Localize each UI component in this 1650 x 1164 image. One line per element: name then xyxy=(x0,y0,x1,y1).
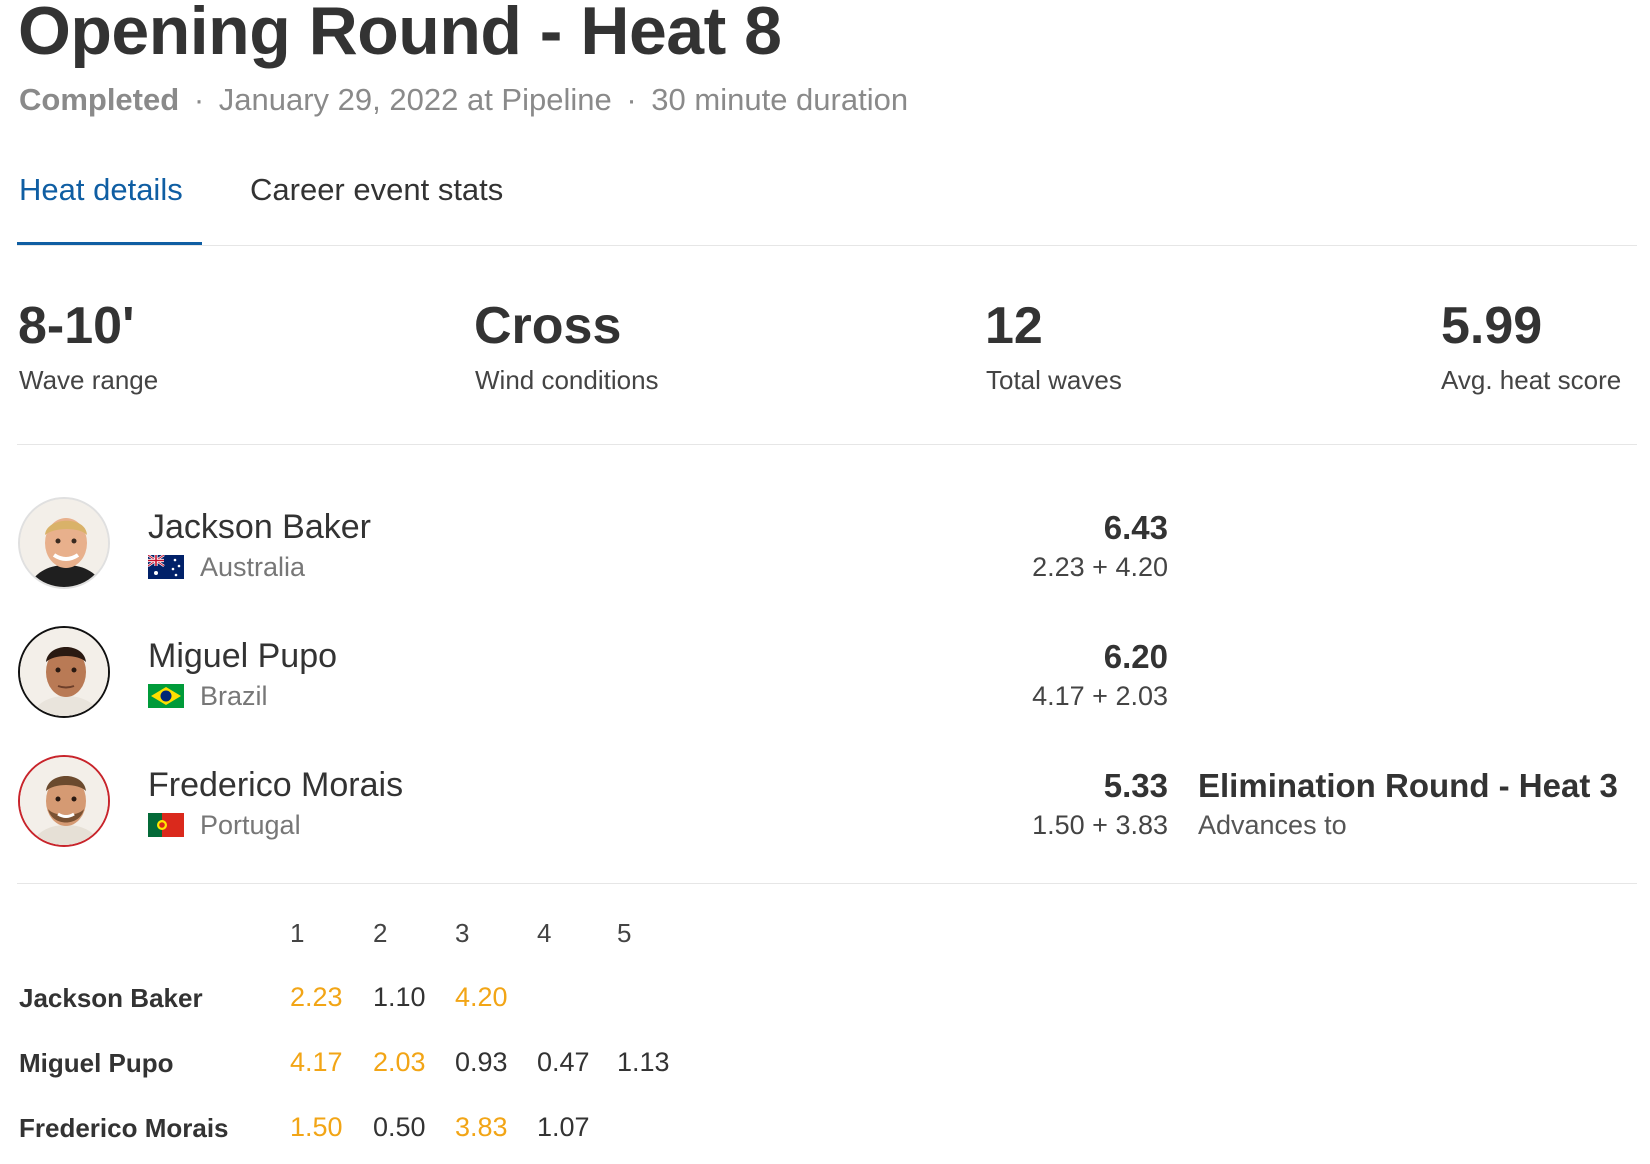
australia-flag-icon xyxy=(148,555,184,579)
heat-duration: 30 minute duration xyxy=(651,82,909,117)
wave-score-cell: 1.13 xyxy=(617,1047,670,1077)
stat-wind-label: Wind conditions xyxy=(475,365,659,395)
wave-number-header: 3 xyxy=(455,918,470,948)
tabs-divider xyxy=(17,245,1637,246)
tab-career-event-stats[interactable]: Career event stats xyxy=(250,172,503,208)
wave-number-header: 1 xyxy=(290,918,305,948)
surfer-country: Brazil xyxy=(200,681,268,711)
surfer-name[interactable]: Frederico Morais xyxy=(148,766,403,805)
surfer-name[interactable]: Miguel Pupo xyxy=(148,637,337,676)
surfer-total-score: 6.20 xyxy=(1103,638,1168,675)
surfer-name[interactable]: Jackson Baker xyxy=(148,508,371,547)
wave-score-cell: 1.07 xyxy=(537,1112,590,1142)
surfer-total-score: 6.43 xyxy=(1103,509,1168,546)
heat-status: Completed xyxy=(19,82,180,117)
avatar[interactable] xyxy=(18,497,110,589)
surfer-waves-sum: 1.50 + 3.83 xyxy=(1032,810,1168,840)
surfer-waves-sum: 4.17 + 2.03 xyxy=(1032,681,1168,711)
wave-row-surfer-name: Jackson Baker xyxy=(19,983,203,1013)
stat-avg-score-value: 5.99 xyxy=(1441,297,1543,355)
stat-avg-score-label: Avg. heat score xyxy=(1441,365,1622,395)
surfer-waves-sum: 2.23 + 4.20 xyxy=(1032,552,1168,582)
wave-score-cell: 2.23 xyxy=(290,982,343,1012)
advances-to-heat-link[interactable]: Elimination Round - Heat 3 xyxy=(1198,767,1618,805)
wave-row-surfer-name: Miguel Pupo xyxy=(19,1048,174,1078)
avatar[interactable] xyxy=(18,755,110,847)
wave-score-cell: 2.03 xyxy=(373,1047,426,1077)
stat-total-waves-label: Total waves xyxy=(986,365,1122,395)
stat-wave-range-label: Wave range xyxy=(19,365,159,395)
wave-score-cell: 0.50 xyxy=(373,1112,426,1142)
brazil-flag-icon xyxy=(148,684,184,708)
wave-score-cell: 3.83 xyxy=(455,1112,508,1142)
heat-meta: Completed · January 29, 2022 at Pipeline… xyxy=(19,82,908,118)
wave-score-cell: 1.10 xyxy=(373,982,426,1012)
wave-row-surfer-name: Frederico Morais xyxy=(19,1113,229,1143)
wave-score-cell: 0.47 xyxy=(537,1047,590,1077)
stat-wave-range-value: 8-10' xyxy=(18,297,135,355)
wave-score-cell: 0.93 xyxy=(455,1047,508,1077)
active-tab-indicator xyxy=(17,242,202,245)
stats-divider xyxy=(17,444,1637,445)
wave-score-cell: 4.20 xyxy=(455,982,508,1012)
avatar[interactable] xyxy=(18,626,110,718)
wave-number-header: 5 xyxy=(617,918,632,948)
heat-date-location: January 29, 2022 at Pipeline xyxy=(218,82,612,117)
page-title: Opening Round - Heat 8 xyxy=(18,0,782,69)
surfer-total-score: 5.33 xyxy=(1103,767,1168,804)
surfer-country: Australia xyxy=(200,552,306,582)
wave-number-header: 2 xyxy=(373,918,388,948)
meta-separator: · xyxy=(626,82,637,117)
wave-score-cell: 4.17 xyxy=(290,1047,343,1077)
surfer-country: Portugal xyxy=(200,810,301,840)
wave-number-header: 4 xyxy=(537,918,552,948)
tab-heat-details[interactable]: Heat details xyxy=(19,172,183,208)
stat-wind-value: Cross xyxy=(474,297,622,355)
portugal-flag-icon xyxy=(148,813,184,837)
meta-separator: · xyxy=(193,82,205,117)
stat-total-waves-value: 12 xyxy=(985,297,1043,355)
advances-to-label: Advances to xyxy=(1198,810,1347,840)
surfers-divider xyxy=(17,883,1637,884)
wave-score-cell: 1.50 xyxy=(290,1112,343,1142)
